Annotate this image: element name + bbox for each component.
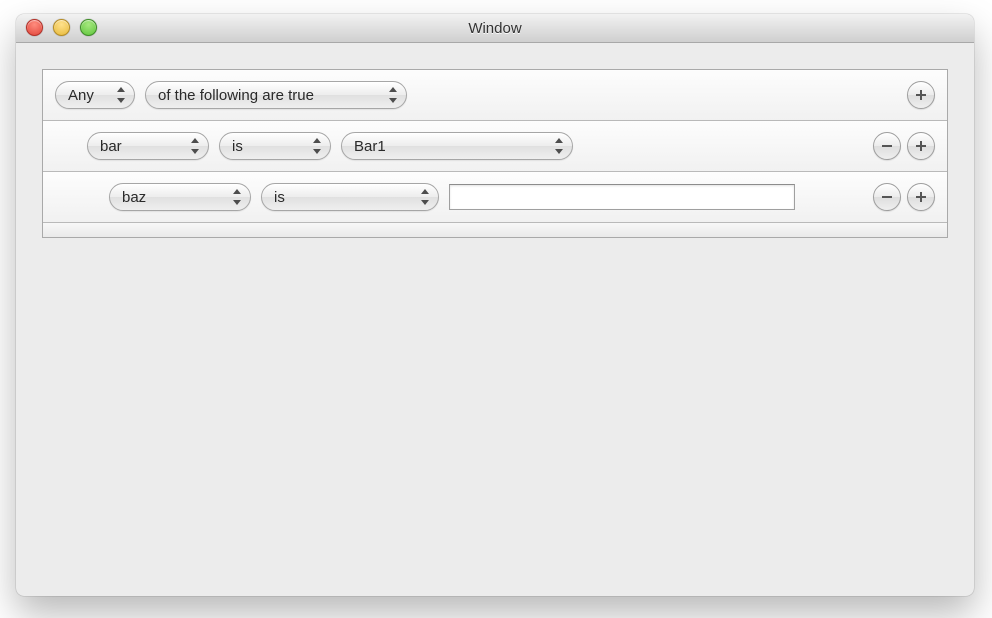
field-popup[interactable]: bar xyxy=(87,132,209,160)
plus-icon xyxy=(915,191,927,203)
add-rule-button[interactable] xyxy=(907,132,935,160)
chevron-updown-icon xyxy=(555,139,563,153)
add-rule-button[interactable] xyxy=(907,81,935,109)
remove-rule-button[interactable] xyxy=(873,183,901,211)
value-popup-label: Bar1 xyxy=(354,138,386,155)
rule-row: baz is xyxy=(43,172,947,223)
value-input[interactable] xyxy=(449,184,795,210)
close-icon[interactable] xyxy=(26,19,43,36)
value-popup[interactable]: Bar1 xyxy=(341,132,573,160)
field-popup-label: bar xyxy=(100,138,122,155)
minus-icon xyxy=(881,191,893,203)
clause-popup[interactable]: of the following are true xyxy=(145,81,407,109)
chevron-updown-icon xyxy=(233,190,241,204)
operator-popup[interactable]: is xyxy=(261,183,439,211)
content-area: Any of the following are true xyxy=(16,43,974,264)
operator-popup[interactable]: is xyxy=(219,132,331,160)
rule-editor-footer xyxy=(43,223,947,237)
chevron-updown-icon xyxy=(191,139,199,153)
plus-icon xyxy=(915,140,927,152)
match-popup[interactable]: Any xyxy=(55,81,135,109)
rule-editor: Any of the following are true xyxy=(42,69,948,238)
operator-popup-label: is xyxy=(274,189,285,206)
titlebar[interactable]: Window xyxy=(16,14,974,43)
chevron-updown-icon xyxy=(389,88,397,102)
zoom-icon[interactable] xyxy=(80,19,97,36)
remove-rule-button[interactable] xyxy=(873,132,901,160)
add-rule-button[interactable] xyxy=(907,183,935,211)
window-title: Window xyxy=(468,20,521,37)
traffic-lights xyxy=(26,19,97,36)
minimize-icon[interactable] xyxy=(53,19,70,36)
minus-icon xyxy=(881,140,893,152)
window-frame: Window Any of the following are true xyxy=(16,14,974,596)
clause-popup-label: of the following are true xyxy=(158,87,314,104)
chevron-updown-icon xyxy=(313,139,321,153)
chevron-updown-icon xyxy=(117,88,125,102)
field-popup-label: baz xyxy=(122,189,146,206)
chevron-updown-icon xyxy=(421,190,429,204)
rule-row-compound: Any of the following are true xyxy=(43,70,947,121)
rule-row: bar is Bar1 xyxy=(43,121,947,172)
match-popup-label: Any xyxy=(68,87,94,104)
field-popup[interactable]: baz xyxy=(109,183,251,211)
operator-popup-label: is xyxy=(232,138,243,155)
plus-icon xyxy=(915,89,927,101)
